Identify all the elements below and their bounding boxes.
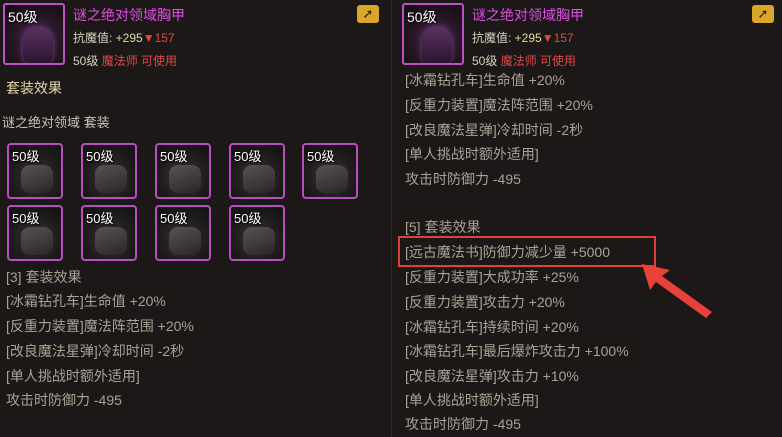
set-item-slot[interactable]: 50级 [229,143,285,199]
annotation-arrow-icon [642,264,712,318]
set-effect-line: [冰霜钻孔车]最后爆炸攻击力 +100% [405,343,629,359]
set-effect-line: [改良魔法星弹]冷却时间 -2秒 [405,122,584,138]
set-effect-line: 攻击时防御力 -495 [405,416,521,432]
resist-down: ▼157 [541,31,574,45]
share-icon: ➚ [757,6,769,21]
set-effect-title: 套装效果 [6,80,62,96]
required-level: 50级 [472,54,498,68]
armor-piece-icon [243,227,275,255]
resist-down: ▼157 [142,31,175,45]
slot-level: 50级 [234,211,262,226]
set-effect-line: [反重力装置]大成功率 +25% [405,269,579,285]
item-icon: 50级 [402,3,464,65]
share-button[interactable]: ➚ [357,5,379,23]
resist-up: +295 [115,31,143,45]
armor-piece-icon [21,227,53,255]
set-item-slot[interactable]: 50级 [81,205,137,261]
set-effect-line: [反重力装置]魔法阵范围 +20% [405,97,593,113]
chest-armor-icon [23,27,53,63]
slot-level: 50级 [86,211,114,226]
set-effect-line: [5] 套装效果 [405,219,481,235]
set-effect-line: [冰霜钻孔车]生命值 +20% [405,72,565,88]
share-button[interactable]: ➚ [752,5,774,23]
set-effect-line: [改良魔法星弹]冷却时间 -2秒 [6,343,185,359]
set-effect-line: [单人挑战时额外适用] [405,146,539,162]
set-name: 谜之绝对领域 套装 [2,115,110,130]
item-name: 谜之绝对领域胸甲 [73,7,185,23]
set-effect-line: [单人挑战时额外适用] [6,368,140,384]
requirement: 50级 魔法师 可使用 [73,52,177,69]
set-effect-line: [反重力装置]攻击力 +20% [405,294,565,310]
slot-level: 50级 [12,211,40,226]
slot-level: 50级 [12,149,40,164]
set-effect-line: [3] 套装效果 [6,269,82,285]
set-item-slot[interactable]: 50级 [7,143,63,199]
set-effect-line: [改良魔法星弹]攻击力 +10% [405,368,579,384]
armor-piece-icon [243,165,275,193]
armor-piece-icon [95,227,127,255]
item-tooltip-right: [冰霜钻孔车]生命值 +20% [反重力装置]魔法阵范围 +20% [改良魔法星… [391,0,782,437]
slot-level: 50级 [307,149,335,164]
share-icon: ➚ [362,6,374,21]
tooltip-header: 50级 谜之绝对领域胸甲 抗魔值: +295▼157 50级 魔法师 可使用 ➚ [392,0,782,72]
set-effect-line: [单人挑战时额外适用] [405,392,539,408]
resist-label: 抗魔值: [73,31,116,45]
set-effect-line: [冰霜钻孔车]生命值 +20% [6,293,166,309]
item-icon: 50级 [3,3,65,65]
required-class: 魔法师 可使用 [101,54,178,68]
tooltip-header: 50级 谜之绝对领域胸甲 抗魔值: +295▼157 50级 魔法师 可使用 ➚ [0,0,391,72]
armor-piece-icon [169,165,201,193]
resist-value: 抗魔值: +295▼157 [73,29,175,46]
item-name: 谜之绝对领域胸甲 [472,7,584,23]
highlight-box [398,236,656,267]
set-item-slot[interactable]: 50级 [7,205,63,261]
armor-piece-icon [316,165,348,193]
required-class: 魔法师 可使用 [500,54,577,68]
set-item-slot[interactable]: 50级 [302,143,358,199]
armor-piece-icon [95,165,127,193]
resist-label: 抗魔值: [472,31,515,45]
resist-value: 抗魔值: +295▼157 [472,29,574,46]
slot-level: 50级 [160,211,188,226]
item-tooltip-left: 50级 谜之绝对领域胸甲 抗魔值: +295▼157 50级 魔法师 可使用 ➚… [0,0,391,437]
set-effect-line: 攻击时防御力 -495 [6,392,122,408]
item-level-badge: 50级 [407,9,437,25]
set-item-slot[interactable]: 50级 [155,143,211,199]
chest-armor-icon [422,27,452,63]
set-item-slot[interactable]: 50级 [155,205,211,261]
set-item-slot[interactable]: 50级 [229,205,285,261]
set-effect-line: [冰霜钻孔车]持续时间 +20% [405,319,579,335]
item-level-badge: 50级 [8,9,38,25]
set-effect-line: [反重力装置]魔法阵范围 +20% [6,318,194,334]
armor-piece-icon [169,227,201,255]
required-level: 50级 [73,54,99,68]
slot-level: 50级 [86,149,114,164]
resist-up: +295 [514,31,542,45]
slot-level: 50级 [234,149,262,164]
slot-level: 50级 [160,149,188,164]
set-effect-line: 攻击时防御力 -495 [405,171,521,187]
set-item-slot[interactable]: 50级 [81,143,137,199]
armor-piece-icon [21,165,53,193]
requirement: 50级 魔法师 可使用 [472,52,576,69]
